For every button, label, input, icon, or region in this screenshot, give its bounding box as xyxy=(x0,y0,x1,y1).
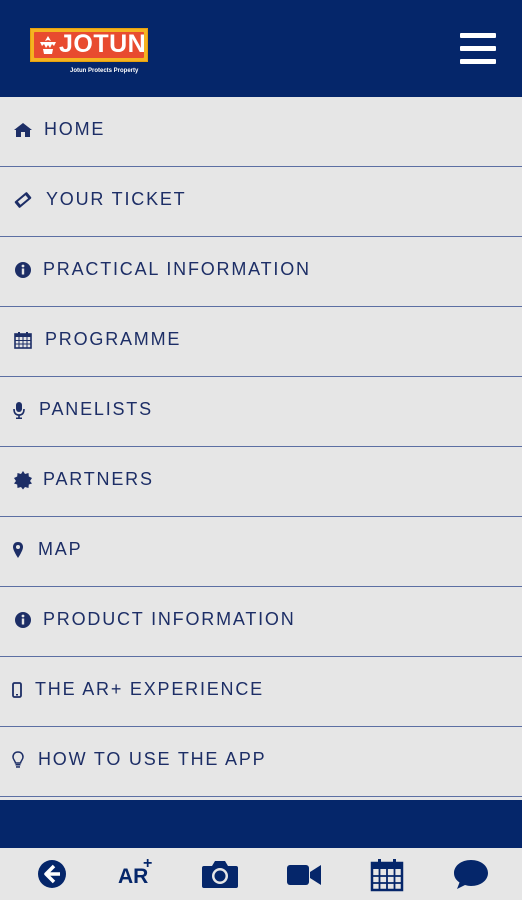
lightbulb-icon xyxy=(7,749,29,771)
bottom-toolbar: AR + xyxy=(0,848,522,900)
app-header: JOTUN Jotun Protects Property xyxy=(0,0,522,97)
menu-item-label: PANELISTS xyxy=(39,399,153,419)
menu-item-label: THE AR+ EXPERIENCE xyxy=(35,679,264,699)
map-marker-icon xyxy=(7,539,29,561)
menu-item-label: PRODUCT INFORMATION xyxy=(43,609,296,629)
menu-item-partners[interactable]: PARTNERS xyxy=(0,447,522,517)
menu-item-label: YOUR TICKET xyxy=(46,189,187,209)
menu-item-label: HOME xyxy=(44,119,106,139)
video-camera-icon[interactable] xyxy=(286,858,322,890)
menu-item-practical-information[interactable]: PRACTICAL INFORMATION xyxy=(0,237,522,307)
calendar-icon xyxy=(12,329,34,351)
jotun-logo[interactable]: JOTUN Jotun Protects Property xyxy=(30,28,150,78)
ar-plus-button[interactable]: AR + xyxy=(118,856,158,892)
footer-band xyxy=(0,800,522,848)
hamburger-icon[interactable] xyxy=(458,33,498,67)
info-icon xyxy=(12,609,34,631)
menu-item-programme[interactable]: PROGRAMME xyxy=(0,307,522,377)
menu-item-map[interactable]: MAP xyxy=(0,517,522,587)
menu-item-product-information[interactable]: PRODUCT INFORMATION xyxy=(0,587,522,657)
menu-item-label: PROGRAMME xyxy=(45,329,182,349)
ticket-icon xyxy=(12,189,34,211)
logo-emblem-icon xyxy=(40,36,56,54)
logo-text: JOTUN xyxy=(59,30,147,58)
menu-item-ar-experience[interactable]: THE AR+ EXPERIENCE xyxy=(0,657,522,727)
menu-item-how-to-use[interactable]: HOW TO USE THE APP xyxy=(0,727,522,797)
menu-item-label: MAP xyxy=(38,539,83,559)
menu-item-home[interactable]: HOME xyxy=(0,97,522,167)
info-icon xyxy=(12,259,34,281)
menu-item-label: PARTNERS xyxy=(43,469,154,489)
camera-icon[interactable] xyxy=(201,858,239,890)
side-menu: HOME YOUR TICKET PRACTICAL INFORMATION P… xyxy=(0,97,522,800)
certificate-icon xyxy=(12,469,34,491)
logo-badge: JOTUN xyxy=(30,28,148,62)
home-icon xyxy=(12,119,34,141)
back-arrow-icon[interactable] xyxy=(36,858,70,890)
microphone-icon xyxy=(8,399,30,421)
ar-plus-superscript: + xyxy=(143,855,153,872)
logo-tagline: Jotun Protects Property xyxy=(70,68,139,74)
chat-icon[interactable] xyxy=(452,858,490,890)
mobile-icon xyxy=(6,679,28,701)
calendar-icon[interactable] xyxy=(370,858,404,892)
menu-item-your-ticket[interactable]: YOUR TICKET xyxy=(0,167,522,237)
menu-item-label: PRACTICAL INFORMATION xyxy=(43,259,311,279)
menu-item-panelists[interactable]: PANELISTS xyxy=(0,377,522,447)
menu-item-label: HOW TO USE THE APP xyxy=(38,749,267,769)
